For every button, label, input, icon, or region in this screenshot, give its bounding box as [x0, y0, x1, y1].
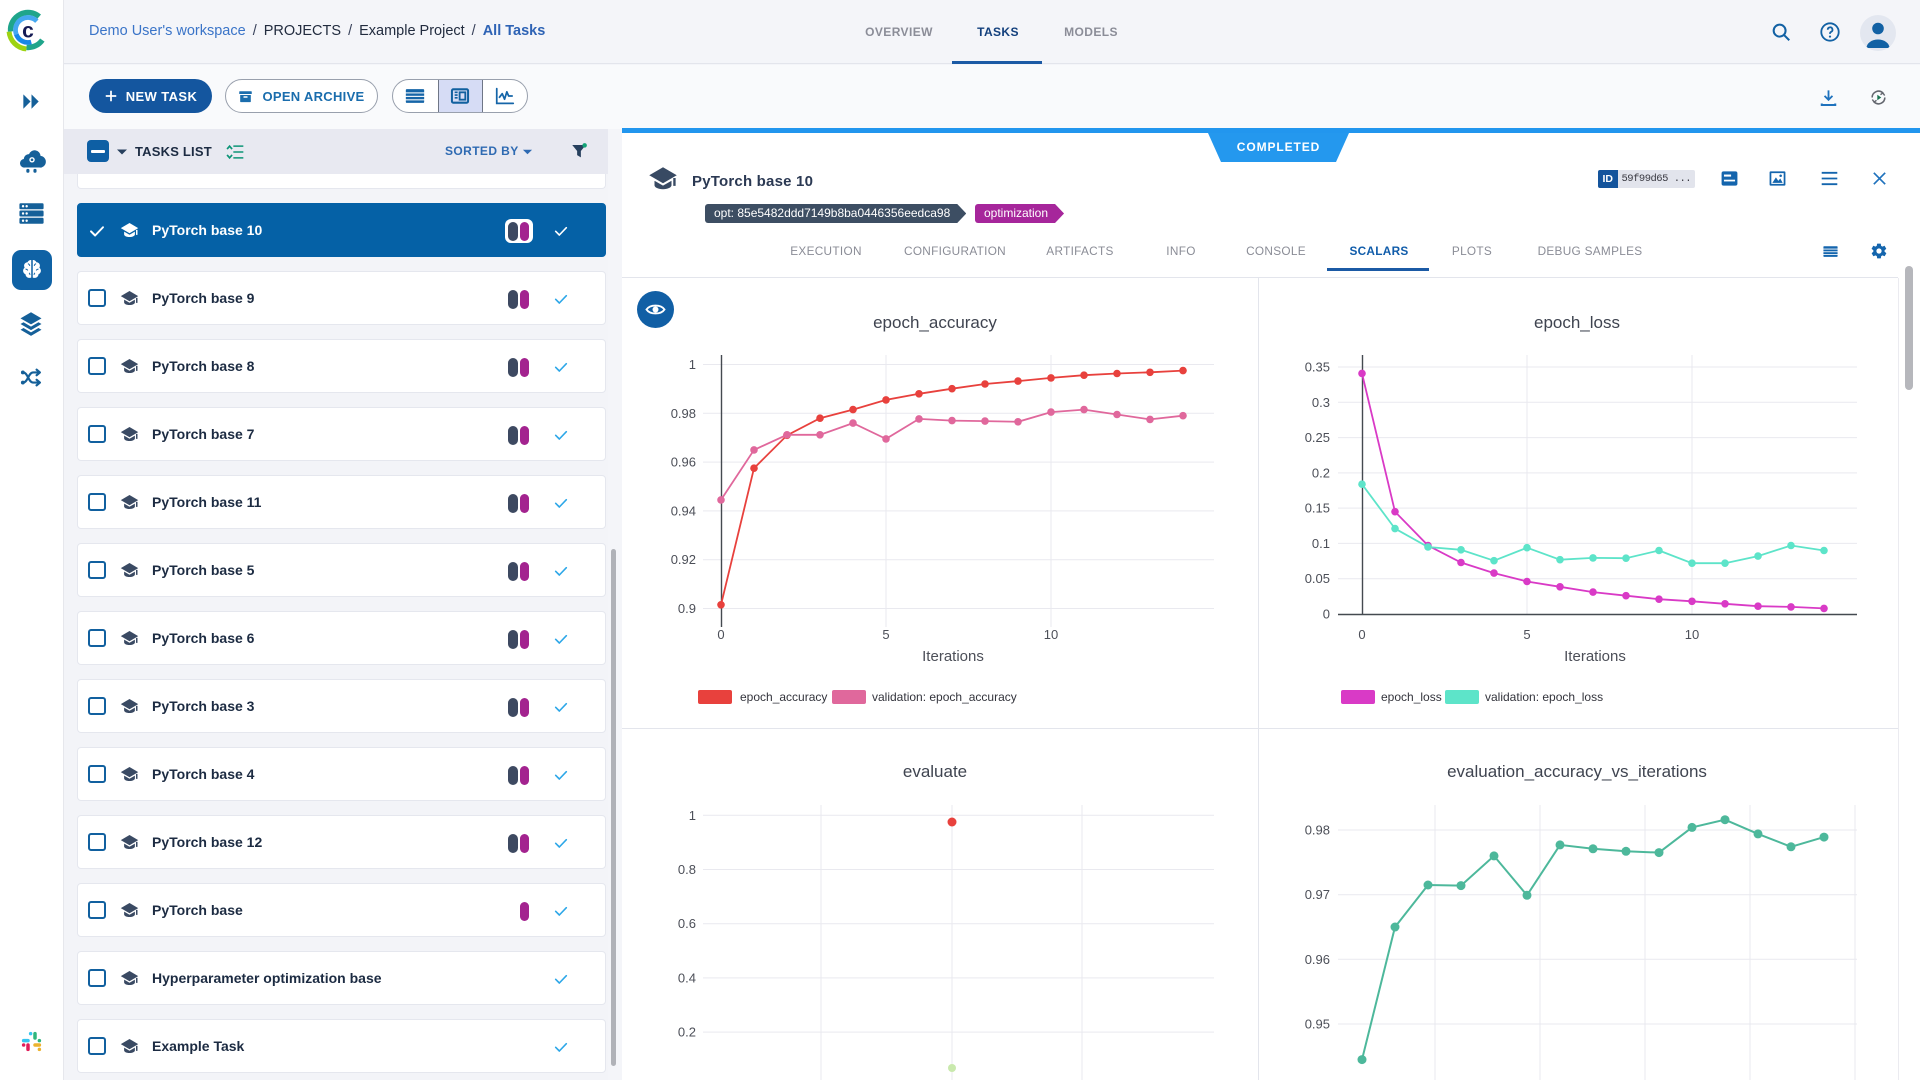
- svg-text:0.98: 0.98: [1305, 823, 1330, 838]
- svg-text:0.95: 0.95: [1305, 1017, 1330, 1032]
- svg-text:0.96: 0.96: [1305, 952, 1330, 967]
- svg-text:0.35: 0.35: [1305, 360, 1330, 375]
- svg-text:0.1: 0.1: [1312, 536, 1330, 551]
- svg-text:0: 0: [1323, 607, 1330, 622]
- svg-text:0.05: 0.05: [1305, 571, 1330, 586]
- svg-text:evaluate: evaluate: [903, 762, 967, 781]
- svg-text:epoch_loss: epoch_loss: [1381, 690, 1442, 704]
- svg-text:epoch_accuracy: epoch_accuracy: [873, 313, 997, 332]
- svg-text:0.98: 0.98: [671, 406, 696, 421]
- svg-text:0.25: 0.25: [1305, 430, 1330, 445]
- svg-text:c: c: [22, 20, 34, 43]
- svg-text:epoch_loss: epoch_loss: [1534, 313, 1620, 332]
- svg-text:validation: epoch_loss: validation: epoch_loss: [1485, 690, 1603, 704]
- svg-text:0.97: 0.97: [1305, 887, 1330, 902]
- svg-text:0.94: 0.94: [671, 503, 696, 518]
- svg-text:5: 5: [1523, 627, 1530, 642]
- svg-text:5: 5: [882, 627, 889, 642]
- svg-text:0.96: 0.96: [671, 455, 696, 470]
- svg-text:validation: epoch_accuracy: validation: epoch_accuracy: [872, 690, 1017, 704]
- svg-text:epoch_accuracy: epoch_accuracy: [740, 690, 827, 704]
- svg-text:Iterations: Iterations: [1564, 648, 1626, 665]
- svg-text:1: 1: [689, 357, 696, 372]
- svg-text:10: 10: [1044, 627, 1058, 642]
- svg-text:Iterations: Iterations: [922, 648, 984, 665]
- svg-text:0.2: 0.2: [678, 1025, 696, 1040]
- svg-text:10: 10: [1685, 627, 1699, 642]
- svg-text:0.9: 0.9: [678, 601, 696, 616]
- svg-text:1: 1: [689, 808, 696, 823]
- svg-text:0.4: 0.4: [678, 970, 696, 985]
- svg-text:evaluation_accuracy_vs_iterati: evaluation_accuracy_vs_iterations: [1447, 762, 1707, 781]
- svg-text:0.6: 0.6: [678, 916, 696, 931]
- svg-text:0.3: 0.3: [1312, 395, 1330, 410]
- svg-text:0: 0: [1358, 627, 1365, 642]
- svg-text:0: 0: [717, 627, 724, 642]
- svg-text:0.2: 0.2: [1312, 465, 1330, 480]
- svg-text:0.92: 0.92: [671, 552, 696, 567]
- svg-text:0.8: 0.8: [678, 862, 696, 877]
- svg-text:0.15: 0.15: [1305, 501, 1330, 516]
